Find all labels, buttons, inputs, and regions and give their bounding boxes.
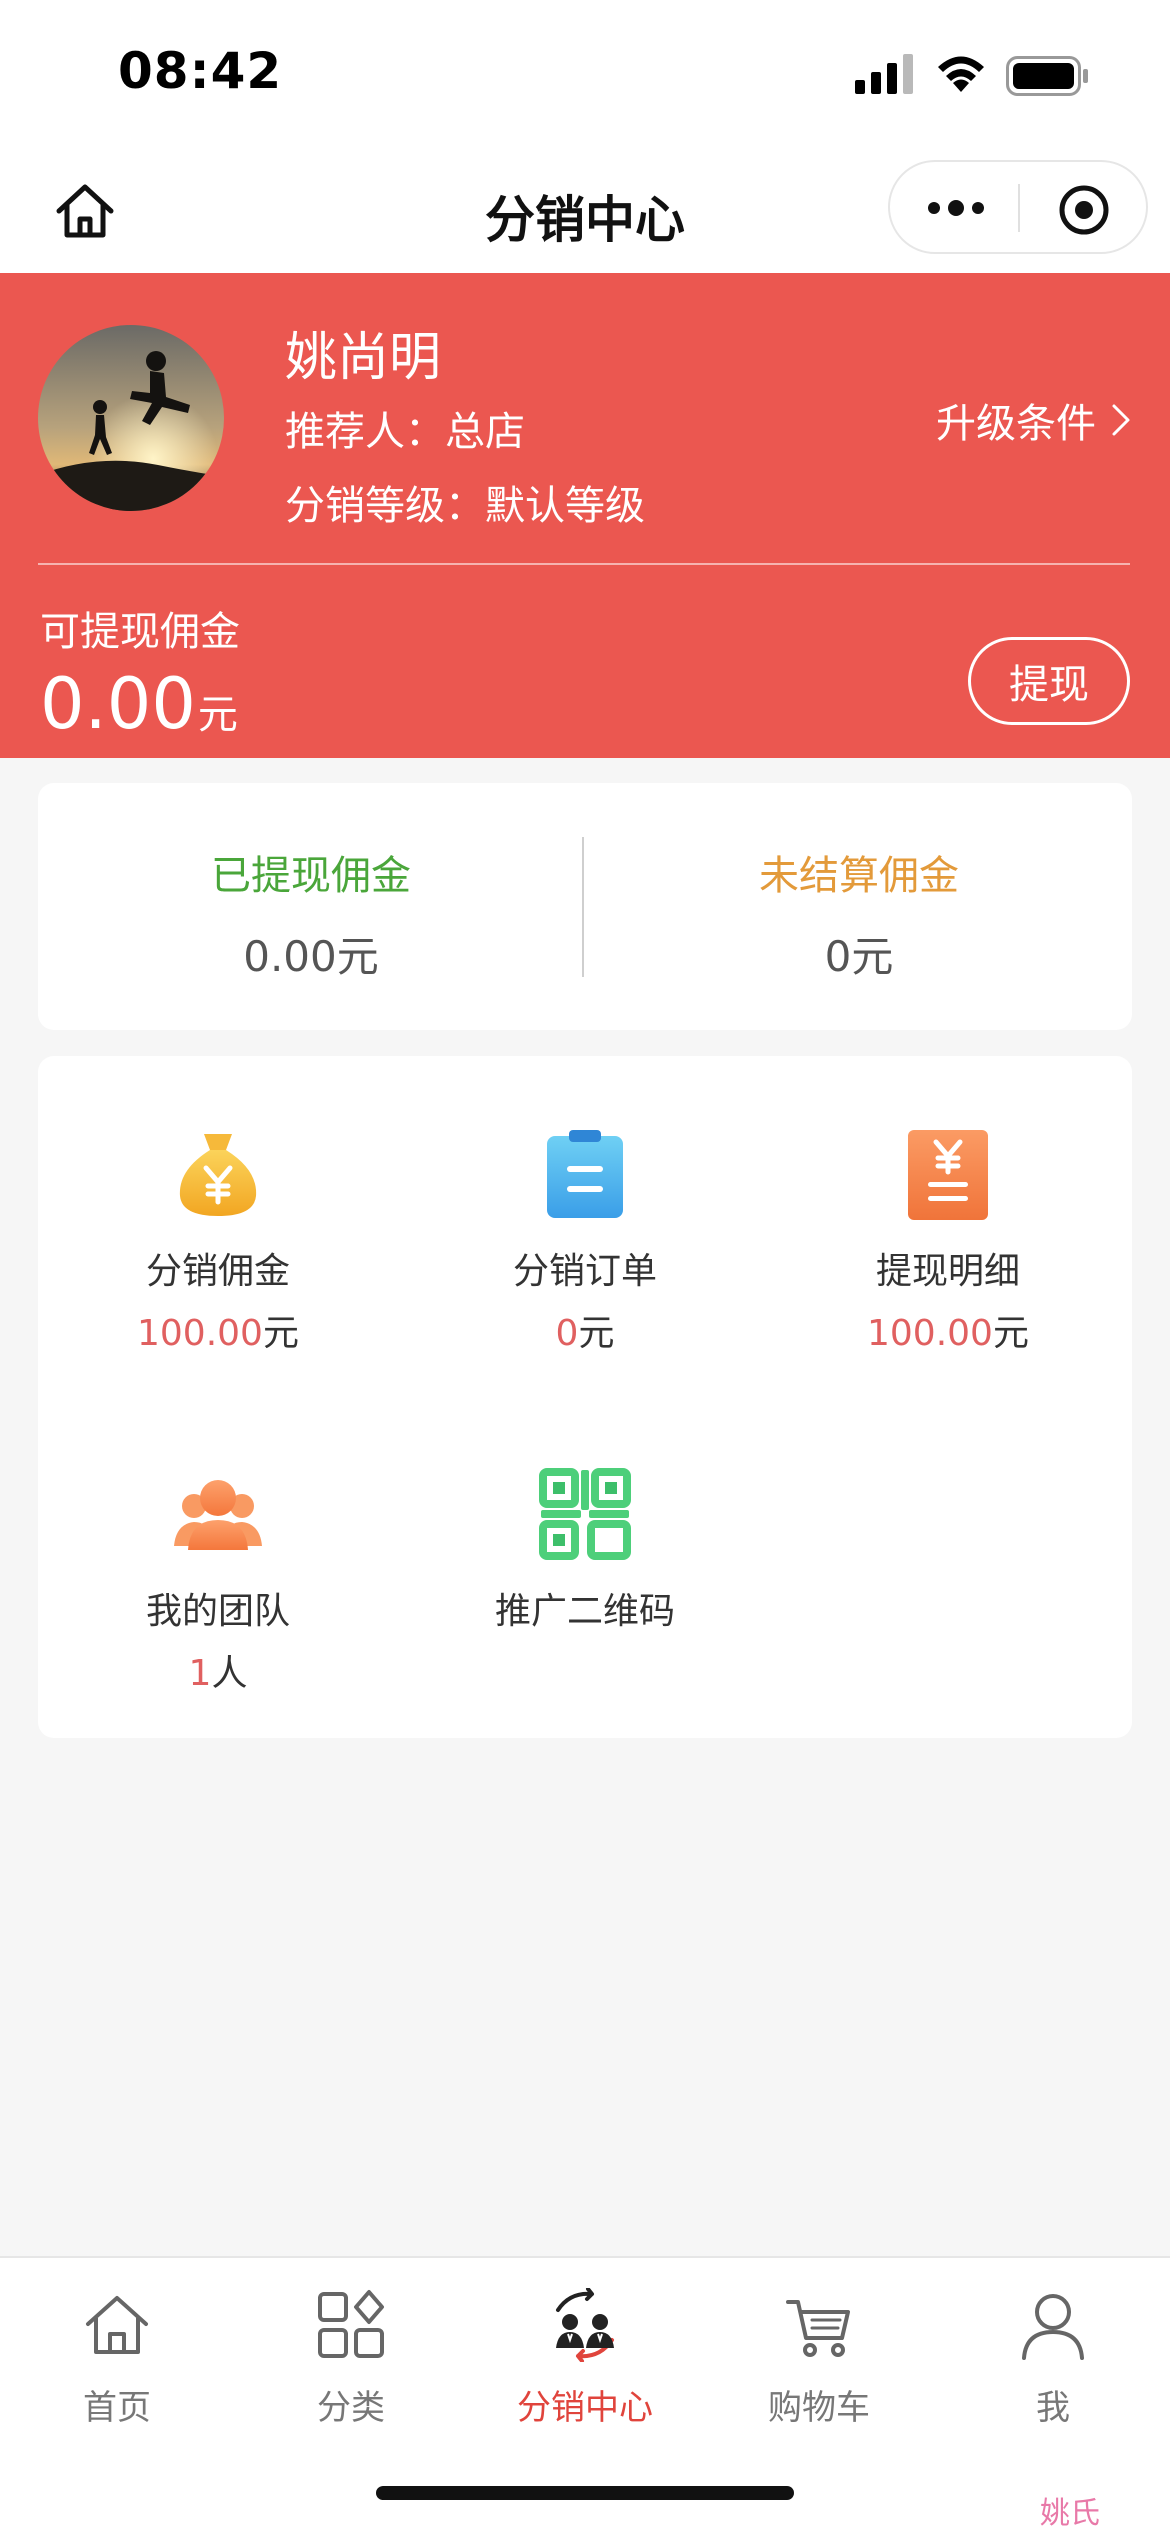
commission-unit: 元	[262, 1313, 299, 1354]
category-icon	[318, 2290, 384, 2358]
withdrawn-commission-value: 0.00元	[243, 932, 379, 981]
status-time: 08:42	[118, 42, 283, 100]
commission-summary-card: 已提现佣金 0.00元 未结算佣金 0元	[38, 783, 1132, 1030]
mini-program-capsule	[888, 160, 1148, 254]
tab-me[interactable]: 我	[936, 2288, 1170, 2429]
avatar-image	[38, 325, 224, 511]
team-count: 1	[188, 1653, 212, 1694]
referrer-text: 推荐人：总店	[285, 409, 525, 455]
grid-item-team[interactable]: 我的团队 1人	[68, 1466, 368, 1696]
more-icon[interactable]	[926, 190, 986, 226]
grid-item-qr-code[interactable]: 推广二维码	[435, 1466, 735, 1634]
grid-item-orders[interactable]: 分销订单 0元	[435, 1126, 735, 1356]
upgrade-conditions-link[interactable]: 升级条件	[936, 391, 1132, 449]
qr-code-icon	[539, 1468, 631, 1560]
tab-home[interactable]: 首页	[0, 2288, 234, 2429]
cart-icon	[786, 2300, 850, 2357]
grid-item-team-label: 我的团队	[145, 1591, 290, 1632]
withdrawable-commission-amount: 0.00元	[40, 663, 238, 745]
orders-amount: 0	[555, 1313, 579, 1354]
user-icon	[1022, 2294, 1084, 2360]
clipboard-icon	[547, 1130, 623, 1218]
status-bar: 08:42	[0, 0, 1170, 150]
withdraw-button[interactable]: 提现	[968, 637, 1130, 725]
summary-divider	[582, 837, 584, 977]
commission-amount: 100.00	[137, 1313, 263, 1354]
tab-distribution-center[interactable]: 分销中心	[468, 2287, 702, 2429]
capsule-divider	[1018, 184, 1020, 232]
profile-header: 姚尚明 推荐人：总店 分销等级：默认等级 升级条件 可提现佣金 0.00元 提现	[0, 273, 1170, 758]
withdrawn-commission-title: 已提现佣金	[211, 853, 411, 899]
tab-home-label: 首页	[83, 2388, 151, 2428]
grid-item-orders-value: 0元	[435, 1304, 735, 1356]
grid-item-commission-value: 100.00元	[68, 1304, 368, 1356]
header-divider	[38, 563, 1130, 565]
function-grid-card: 分销佣金 100.00元 分销订单 0元 提现明细 100.00元 我的团队 1…	[38, 1056, 1132, 1738]
grid-item-withdraw-details-label: 提现明细	[875, 1251, 1020, 1292]
tab-me-label: 我	[1036, 2388, 1070, 2428]
team-unit: 人	[211, 1653, 248, 1694]
nav-bar: 分销中心	[0, 150, 1170, 273]
home-indicator	[376, 2486, 794, 2500]
orders-unit: 元	[578, 1313, 615, 1354]
money-bag-icon	[179, 1134, 257, 1216]
unsettled-commission-value: 0元	[824, 932, 894, 981]
distribution-icon	[556, 2287, 614, 2363]
unsettled-commission-title: 未结算佣金	[759, 853, 959, 899]
withdrawable-amount-unit: 元	[197, 692, 238, 738]
user-name: 姚尚明	[285, 328, 442, 388]
team-icon	[174, 1480, 262, 1550]
withdraw-details-unit: 元	[992, 1313, 1029, 1354]
grid-item-orders-label: 分销订单	[512, 1251, 657, 1292]
tab-distribution-center-label: 分销中心	[517, 2388, 653, 2428]
distribution-level-text: 分销等级：默认等级	[285, 483, 645, 529]
grid-item-qr-code-label: 推广二维码	[494, 1591, 675, 1632]
wifi-icon	[938, 56, 984, 92]
avatar[interactable]	[38, 325, 224, 511]
withdrawable-amount-value: 0.00	[40, 663, 196, 745]
grid-item-team-value: 1人	[68, 1644, 368, 1696]
watermark-logo: 姚氏	[1040, 2496, 1100, 2531]
home-icon	[86, 2296, 148, 2354]
withdraw-details-amount: 100.00	[867, 1313, 993, 1354]
tab-cart-label: 购物车	[768, 2388, 870, 2428]
grid-item-commission[interactable]: 分销佣金 100.00元	[68, 1126, 368, 1356]
tab-category-label: 分类	[317, 2388, 385, 2428]
chevron-right-icon	[1112, 404, 1130, 436]
tab-cart[interactable]: 购物车	[702, 2288, 936, 2429]
target-icon[interactable]	[1058, 184, 1110, 236]
signal-icon	[855, 54, 913, 94]
upgrade-conditions-label: 升级条件	[936, 401, 1096, 447]
withdrawable-commission-label: 可提现佣金	[40, 609, 240, 655]
battery-icon	[1006, 56, 1088, 96]
withdrawn-commission[interactable]: 已提现佣金 0.00元	[38, 783, 584, 1030]
receipt-icon	[908, 1130, 988, 1220]
unsettled-commission[interactable]: 未结算佣金 0元	[586, 783, 1132, 1030]
grid-item-withdraw-details[interactable]: 提现明细 100.00元	[798, 1126, 1098, 1356]
tab-category[interactable]: 分类	[234, 2288, 468, 2429]
grid-item-commission-label: 分销佣金	[145, 1251, 290, 1292]
grid-item-withdraw-details-value: 100.00元	[798, 1304, 1098, 1356]
